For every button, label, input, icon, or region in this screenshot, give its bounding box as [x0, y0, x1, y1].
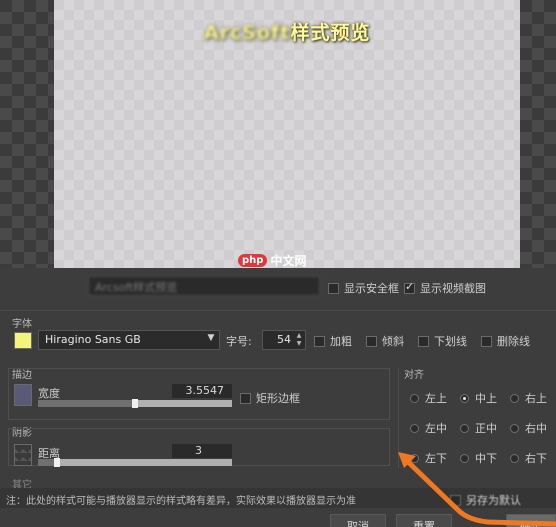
transparent-background-right	[520, 0, 556, 268]
checkbox-icon	[366, 335, 377, 347]
show-safe-frame-checkbox[interactable]: 显示安全框	[328, 280, 399, 296]
font-size-value: 54	[277, 333, 291, 346]
stroke-width-value[interactable]: 3.5547	[172, 384, 232, 398]
checkbox-icon	[328, 282, 339, 294]
site-watermark: php 中文网	[238, 252, 306, 269]
chevron-down-icon: ▼	[207, 333, 215, 343]
shadow-distance-slider-handle[interactable]	[54, 458, 60, 467]
rect-border-checkbox[interactable]: 矩形边框	[240, 390, 300, 406]
cancel-button[interactable]: 取消	[330, 514, 386, 527]
stroke-width-slider-fill	[38, 400, 135, 407]
font-color-swatch[interactable]	[14, 332, 32, 349]
align-top-center-radio[interactable]: 中上	[460, 390, 497, 406]
strikethrough-label: 删除线	[497, 335, 530, 348]
align-center-label: 正中	[475, 422, 497, 435]
style-note: 注：此处的样式可能与播放器显示的样式略有差异，实际效果以播放器显示为准	[6, 496, 356, 507]
radio-icon	[510, 393, 519, 403]
preview-canvas: ArcSoft样式预览	[54, 0, 520, 268]
checkbox-icon	[481, 335, 492, 347]
font-group-label: 字体	[12, 319, 32, 330]
font-family-select[interactable]: Hiragino Sans GB ▼	[38, 330, 220, 350]
font-size-stepper[interactable]: 54 ▲ ▼	[262, 330, 306, 350]
shadow-color-swatch[interactable]	[14, 444, 32, 466]
subtitle-text-input[interactable]: Arcsoft样式预览	[88, 276, 320, 296]
checkbox-checked-icon	[404, 280, 415, 294]
transparent-background-left	[0, 0, 54, 268]
font-style-options: 加粗 倾斜 下划线 删除线	[314, 333, 530, 349]
annotation-arrow-icon	[398, 452, 556, 527]
preview-caption-blurred: ArcSoft	[204, 22, 291, 44]
show-video-screenshot-checkbox[interactable]: 显示视频截图	[404, 280, 486, 296]
bold-checkbox[interactable]: 加粗	[314, 333, 352, 349]
align-middle-right-label: 右中	[525, 422, 547, 435]
italic-label: 倾斜	[382, 335, 404, 348]
stroke-width-label: 宽度	[38, 387, 60, 400]
align-top-left-radio[interactable]: 左上	[410, 390, 447, 406]
underline-label: 下划线	[434, 335, 467, 348]
preview-caption: ArcSoft样式预览	[204, 18, 370, 45]
rect-border-label: 矩形边框	[256, 392, 300, 405]
radio-selected-icon	[460, 393, 469, 403]
align-top-right-radio[interactable]: 右上	[510, 390, 547, 406]
align-middle-right-radio[interactable]: 右中	[510, 420, 547, 436]
align-top-center-label: 中上	[475, 392, 497, 405]
checkbox-icon	[314, 335, 325, 347]
show-safe-frame-label: 显示安全框	[344, 282, 399, 295]
stroke-width-slider[interactable]	[38, 399, 232, 408]
bold-label: 加粗	[330, 335, 352, 348]
show-video-screenshot-label: 显示视频截图	[420, 282, 486, 295]
panel-divider	[0, 310, 556, 311]
stroke-width-slider-handle[interactable]	[132, 399, 138, 408]
align-middle-left-label: 左中	[425, 422, 447, 435]
radio-icon	[460, 423, 469, 433]
checkbox-icon	[418, 335, 429, 347]
italic-checkbox[interactable]: 倾斜	[366, 333, 404, 349]
font-size-label: 字号:	[226, 335, 252, 348]
style-preview-pane: ArcSoft样式预览	[0, 0, 556, 268]
stepper-arrows-icon[interactable]: ▲ ▼	[294, 332, 304, 348]
shadow-distance-value[interactable]: 3	[172, 444, 232, 458]
font-family-value: Hiragino Sans GB	[45, 333, 141, 346]
align-middle-left-radio[interactable]: 左中	[410, 420, 447, 436]
radio-icon	[510, 423, 519, 433]
shadow-distance-slider[interactable]	[38, 458, 232, 467]
radio-icon	[410, 423, 419, 433]
watermark-badge: php	[238, 254, 268, 267]
underline-checkbox[interactable]: 下划线	[418, 333, 467, 349]
align-center-radio[interactable]: 正中	[460, 420, 497, 436]
checkbox-icon	[240, 392, 251, 404]
preview-caption-text: 样式预览	[290, 22, 371, 44]
preview-toolbar: Arcsoft样式预览 显示安全框 显示视频截图	[0, 268, 556, 304]
align-top-left-label: 左上	[425, 392, 447, 405]
watermark-text: 中文网	[270, 254, 307, 268]
strikethrough-checkbox[interactable]: 删除线	[481, 333, 530, 349]
align-top-right-label: 右上	[525, 392, 547, 405]
radio-icon	[410, 393, 419, 403]
stroke-color-swatch[interactable]	[14, 384, 32, 406]
